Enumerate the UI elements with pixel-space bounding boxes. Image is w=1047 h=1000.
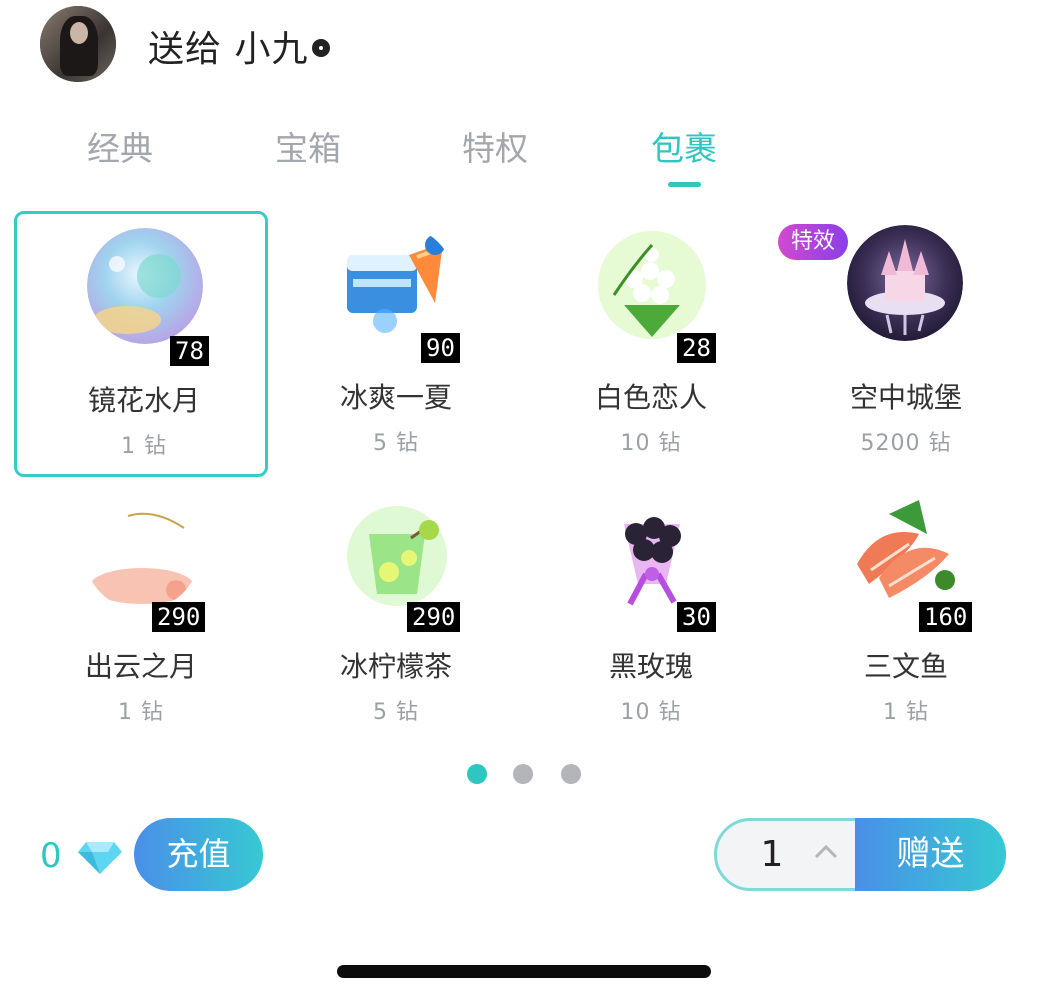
gift-count: 28 xyxy=(677,333,716,363)
quantity-value: 1 xyxy=(760,834,784,875)
gift-name: 空中城堡 xyxy=(849,381,962,414)
ice-box-icon xyxy=(347,235,445,333)
gift-item[interactable]: 90 冰爽一夏 5 钻 xyxy=(269,211,523,477)
recipient-name: 小九 xyxy=(234,29,309,70)
gift-item[interactable]: 28 白色恋人 10 钻 xyxy=(524,211,778,477)
lemon-tea-icon xyxy=(347,506,447,606)
sky-castle-icon xyxy=(847,225,963,341)
send-gift-button[interactable]: 赠送 xyxy=(855,818,1006,891)
special-effect-badge: 特效 xyxy=(778,224,848,260)
active-tab-indicator xyxy=(668,182,701,187)
lily-bouquet-icon xyxy=(598,231,706,339)
diamond-icon xyxy=(78,842,122,874)
gift-item[interactable]: 30 黑玫瑰 10 钻 xyxy=(524,480,778,746)
gift-count: 160 xyxy=(919,602,973,632)
recipient-avatar[interactable] xyxy=(40,6,116,82)
gender-icon xyxy=(312,39,331,57)
tab-treasure-box[interactable]: 宝箱 xyxy=(275,122,341,170)
gift-count: 30 xyxy=(677,602,716,632)
gift-price: 1 钻 xyxy=(121,434,167,459)
salmon-icon xyxy=(857,500,955,598)
gift-name: 冰爽一夏 xyxy=(339,381,452,414)
gift-name: 出云之月 xyxy=(84,650,197,683)
home-indicator xyxy=(337,965,711,978)
page-indicator-1[interactable] xyxy=(467,764,487,784)
gift-price: 1 钻 xyxy=(118,700,164,725)
chevron-up-icon[interactable] xyxy=(812,842,840,860)
gift-price: 5 钻 xyxy=(373,431,419,456)
diamond-balance: 0 xyxy=(40,836,62,876)
gift-name: 三文鱼 xyxy=(863,650,948,683)
gift-item[interactable]: 160 三文鱼 1 钻 xyxy=(779,480,1033,746)
tab-classic[interactable]: 经典 xyxy=(87,122,153,170)
gift-price: 1 钻 xyxy=(883,700,929,725)
gift-count: 78 xyxy=(170,336,209,366)
tab-backpack[interactable]: 包裹 xyxy=(651,122,717,170)
gift-name: 镜花水月 xyxy=(87,384,200,417)
page-indicator-2[interactable] xyxy=(513,764,533,784)
gift-item[interactable]: 290 冰柠檬茶 5 钻 xyxy=(269,480,523,746)
crescent-moon-icon xyxy=(90,512,194,604)
gift-price: 10 钻 xyxy=(620,431,682,456)
gift-item[interactable]: 290 出云之月 1 钻 xyxy=(14,480,268,746)
gift-name: 黑玫瑰 xyxy=(608,650,693,683)
gift-count: 290 xyxy=(407,602,461,632)
send-to-prefix: 送给 xyxy=(148,29,223,70)
black-rose-icon xyxy=(624,517,681,606)
send-to-title: 送给 小九 xyxy=(148,20,331,72)
gift-price: 5200 钻 xyxy=(860,431,952,456)
gift-name: 冰柠檬茶 xyxy=(339,650,452,683)
gift-price: 10 钻 xyxy=(620,700,682,725)
page-indicator-3[interactable] xyxy=(561,764,581,784)
gift-count: 90 xyxy=(421,333,460,363)
tab-privilege[interactable]: 特权 xyxy=(462,122,528,170)
gift-item[interactable]: 78 镜花水月 1 钻 xyxy=(14,211,268,477)
recharge-button[interactable]: 充值 xyxy=(134,818,263,891)
gift-price: 5 钻 xyxy=(373,700,419,725)
moon-orb-icon xyxy=(87,228,203,344)
gift-name: 白色恋人 xyxy=(594,381,707,414)
gift-count: 290 xyxy=(152,602,206,632)
